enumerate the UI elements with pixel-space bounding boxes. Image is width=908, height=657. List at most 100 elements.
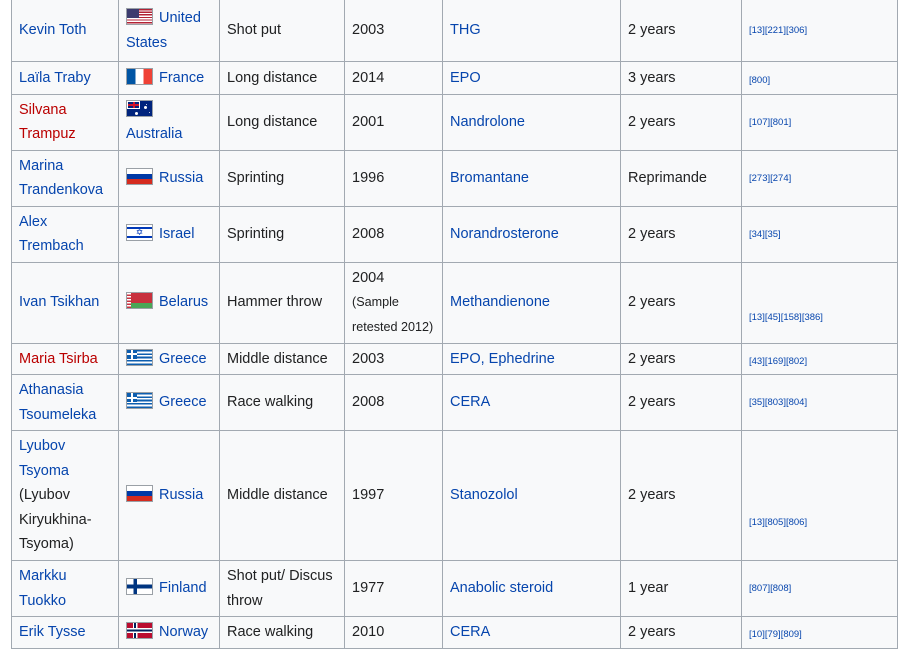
reference-links[interactable]: [107][801] bbox=[749, 117, 791, 128]
athlete-link[interactable]: Alex Trembach bbox=[19, 214, 84, 255]
event-cell: Sprinting bbox=[219, 149, 345, 207]
table-row: Lyubov Tsyoma (Lyubov Kiryukhina-Tsyoma) … bbox=[11, 430, 898, 561]
references-cell: [35][803][804] bbox=[741, 374, 898, 431]
year-cell: 1996 bbox=[344, 149, 443, 207]
flag-nor-icon bbox=[126, 622, 153, 639]
flag-aus-icon bbox=[126, 99, 153, 117]
reference-links[interactable]: [13][805][806] bbox=[749, 517, 807, 528]
athlete-link[interactable]: Marina Trandenkova bbox=[19, 158, 103, 199]
sanction-cell: 2 years bbox=[620, 616, 742, 649]
substance-link[interactable]: Nandrolone bbox=[450, 114, 525, 130]
reference-links[interactable]: [13][221][306] bbox=[749, 25, 807, 36]
athlete-redlink[interactable]: Maria Tsirba bbox=[19, 351, 98, 367]
sanction-cell: 1 year bbox=[620, 560, 742, 617]
athlete-cell: Laïla Traby bbox=[11, 61, 119, 95]
year-cell: 2008 bbox=[344, 374, 443, 431]
athlete-link[interactable]: Athanasia Tsoumeleka bbox=[19, 382, 96, 423]
substance-cell: EPO, Ephedrine bbox=[442, 342, 621, 375]
country-link[interactable]: Australia bbox=[126, 126, 182, 142]
year-cell: 2003 bbox=[344, 0, 443, 62]
flag-rus-icon bbox=[126, 485, 153, 503]
substance-cell: Anabolic steroid bbox=[442, 560, 621, 617]
substance-link[interactable]: Norandrosterone bbox=[450, 226, 559, 242]
athlete-cell: Lyubov Tsyoma (Lyubov Kiryukhina-Tsyoma) bbox=[11, 430, 119, 561]
country-link[interactable]: Belarus bbox=[159, 294, 208, 310]
references-cell: [13][221][306] bbox=[741, 0, 898, 62]
substance-link[interactable]: EPO, Ephedrine bbox=[450, 351, 555, 367]
substance-cell: Methandienone bbox=[442, 261, 621, 344]
country-cell: France bbox=[118, 61, 220, 95]
event-cell: Race walking bbox=[219, 374, 345, 431]
country-link[interactable]: Norway bbox=[159, 624, 208, 640]
athlete-link[interactable]: Ivan Tsikhan bbox=[19, 294, 99, 310]
references-cell: [10][79][809] bbox=[741, 616, 898, 649]
country-link[interactable]: Russia bbox=[159, 487, 203, 503]
country-link[interactable]: Israel bbox=[159, 226, 194, 242]
athlete-link[interactable]: Laïla Traby bbox=[19, 70, 91, 86]
substance-cell: Nandrolone bbox=[442, 93, 621, 151]
substance-cell: Norandrosterone bbox=[442, 205, 621, 263]
reference-links[interactable]: [13][45][158][386] bbox=[749, 312, 823, 323]
flag-grc-icon bbox=[126, 392, 153, 410]
year-cell: 2001 bbox=[344, 93, 443, 151]
substance-link[interactable]: THG bbox=[450, 22, 481, 38]
references-cell: [800] bbox=[741, 61, 898, 95]
references-cell: [807][808] bbox=[741, 560, 898, 617]
reference-links[interactable]: [10][79][809] bbox=[749, 629, 802, 640]
substance-cell: CERA bbox=[442, 616, 621, 649]
reference-links[interactable]: [273][274] bbox=[749, 173, 791, 184]
doping-cases-table: Kevin Toth United States Shot put 2003 T… bbox=[11, 0, 898, 649]
references-cell: [34][35] bbox=[741, 205, 898, 263]
athlete-cell: Kevin Toth bbox=[11, 0, 119, 62]
event-cell: Sprinting bbox=[219, 205, 345, 263]
country-link[interactable]: Finland bbox=[159, 580, 207, 596]
substance-link[interactable]: Anabolic steroid bbox=[450, 580, 553, 596]
substance-link[interactable]: CERA bbox=[450, 394, 490, 410]
country-link[interactable]: Greece bbox=[159, 351, 207, 367]
year-cell: 2010 bbox=[344, 616, 443, 649]
event-cell: Shot put bbox=[219, 0, 345, 62]
country-cell: Greece bbox=[118, 342, 220, 375]
sanction-cell: 2 years bbox=[620, 430, 742, 561]
year-cell: 1997 bbox=[344, 430, 443, 561]
references-cell: [13][805][806] bbox=[741, 430, 898, 561]
reference-links[interactable]: [807][808] bbox=[749, 583, 791, 594]
substance-link[interactable]: Stanozolol bbox=[450, 487, 518, 503]
references-cell: [13][45][158][386] bbox=[741, 261, 898, 344]
table-row: Markku Tuokko Finland Shot put/ Discus t… bbox=[11, 560, 898, 617]
table-row: Kevin Toth United States Shot put 2003 T… bbox=[11, 0, 898, 62]
flag-fin-icon bbox=[126, 578, 153, 596]
year-cell: 2014 bbox=[344, 61, 443, 95]
athlete-cell: Erik Tysse bbox=[11, 616, 119, 649]
athlete-link[interactable]: Lyubov Tsyoma bbox=[19, 438, 69, 479]
reference-links[interactable]: [35][803][804] bbox=[749, 397, 807, 408]
country-link[interactable]: Greece bbox=[159, 394, 207, 410]
substance-link[interactable]: EPO bbox=[450, 70, 481, 86]
athlete-redlink[interactable]: Silvana Trampuz bbox=[19, 102, 76, 143]
event-cell: Long distance bbox=[219, 61, 345, 95]
athlete-cell: Markku Tuokko bbox=[11, 560, 119, 617]
table-row: Silvana Trampuz Australia Long distance … bbox=[11, 93, 898, 151]
substance-cell: Stanozolol bbox=[442, 430, 621, 561]
sanction-cell: 2 years bbox=[620, 374, 742, 431]
country-link[interactable]: France bbox=[159, 70, 204, 86]
flag-grc-icon bbox=[126, 348, 153, 366]
athlete-link[interactable]: Kevin Toth bbox=[19, 22, 86, 38]
athlete-link[interactable]: Markku Tuokko bbox=[19, 568, 67, 609]
substance-link[interactable]: Methandienone bbox=[450, 294, 550, 310]
reference-links[interactable]: [34][35] bbox=[749, 229, 781, 240]
flag-fra-icon bbox=[126, 67, 153, 85]
sanction-cell: 2 years bbox=[620, 93, 742, 151]
substance-link[interactable]: CERA bbox=[450, 624, 490, 640]
country-cell: Norway bbox=[118, 616, 220, 649]
country-cell: Australia bbox=[118, 93, 220, 151]
year-cell: 2003 bbox=[344, 342, 443, 375]
year-note: (Sample retested 2012) bbox=[352, 295, 434, 334]
athlete-cell: Maria Tsirba bbox=[11, 342, 119, 375]
substance-link[interactable]: Bromantane bbox=[450, 170, 529, 186]
sanction-cell: 2 years bbox=[620, 342, 742, 375]
country-link[interactable]: Russia bbox=[159, 170, 203, 186]
athlete-link[interactable]: Erik Tysse bbox=[19, 624, 86, 640]
reference-links[interactable]: [43][169][802] bbox=[749, 356, 807, 367]
reference-links[interactable]: [800] bbox=[749, 75, 770, 86]
